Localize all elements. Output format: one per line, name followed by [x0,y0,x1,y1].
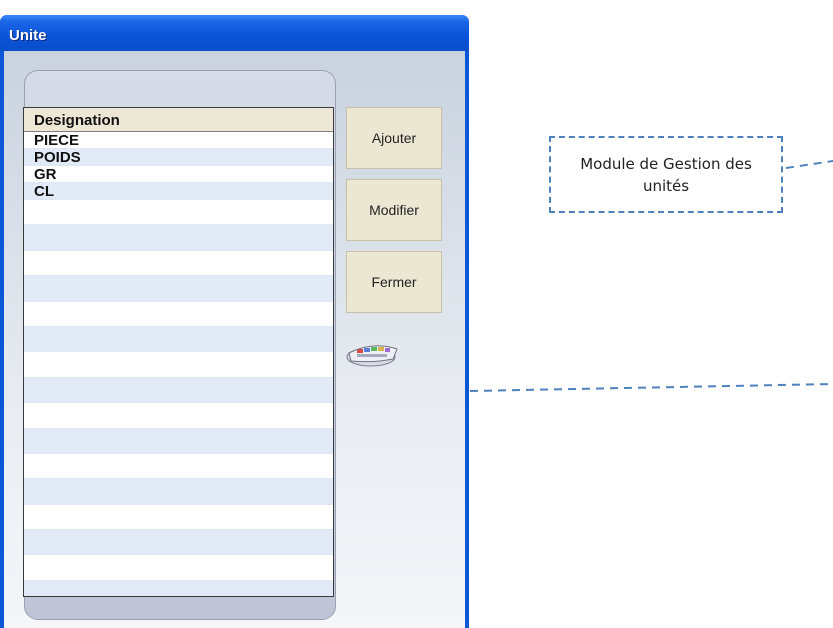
callout-box: Module de Gestion des unités [549,136,783,213]
table-row-empty[interactable] [24,555,333,581]
table-row-empty[interactable] [24,580,333,596]
edit-button[interactable]: Modifier [346,179,442,241]
table-row-empty[interactable] [24,251,333,277]
table-row-empty[interactable] [24,479,333,505]
table-row-empty[interactable] [24,505,333,531]
table-row[interactable]: GR [24,166,333,183]
title-bar[interactable]: Unite [0,15,469,51]
keyboard-icon[interactable] [343,335,403,374]
table-row-empty[interactable] [24,403,333,429]
table-row-empty[interactable] [24,530,333,556]
table-row[interactable]: POIDS [24,149,333,166]
table-row-empty[interactable] [24,454,333,480]
designation-table[interactable]: Designation PIECE POIDS GR CL [23,107,334,597]
table-row[interactable]: PIECE [24,132,333,149]
table-row-empty[interactable] [24,276,333,302]
table-row-empty[interactable] [24,352,333,378]
column-header-designation[interactable]: Designation [24,108,333,132]
add-button[interactable]: Ajouter [346,107,442,169]
table-row-empty[interactable] [24,377,333,404]
table-row-empty[interactable] [24,200,333,226]
callout-text: Module de Gestion des unités [580,154,752,195]
table-row-empty[interactable] [24,302,333,327]
window-title: Unite [9,27,47,44]
table-row-empty[interactable] [24,225,333,251]
table-row-empty[interactable] [24,428,333,454]
table-row-empty[interactable] [24,326,333,353]
table-row[interactable]: CL [24,183,333,200]
close-button[interactable]: Fermer [346,251,442,313]
